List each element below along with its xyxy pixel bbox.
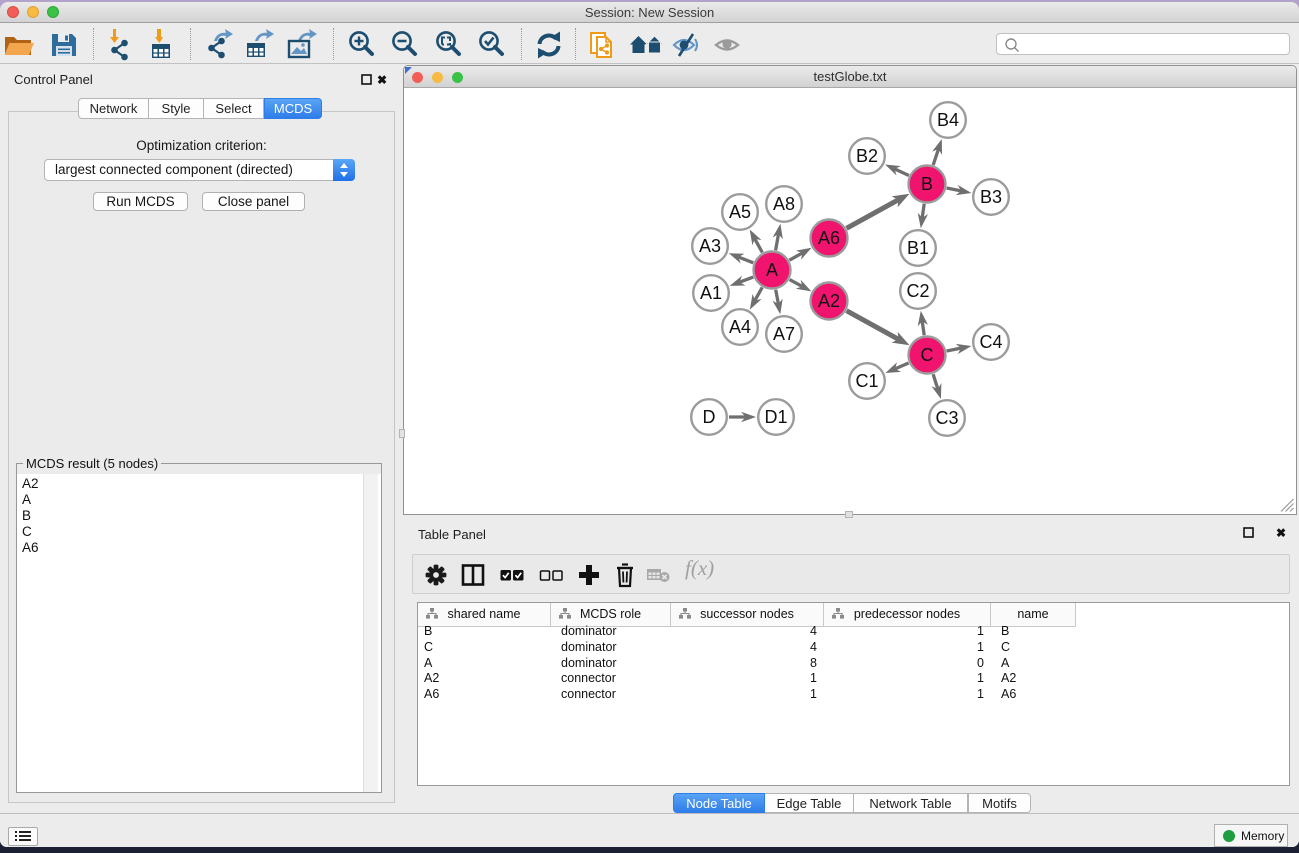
svg-text:A5: A5 (729, 202, 751, 222)
svg-text:A7: A7 (773, 324, 795, 344)
svg-text:A6: A6 (818, 228, 840, 248)
svg-text:A2: A2 (818, 291, 840, 311)
svg-text:B3: B3 (980, 187, 1002, 207)
svg-text:B: B (921, 174, 933, 194)
svg-text:D: D (703, 407, 716, 427)
svg-text:C2: C2 (906, 281, 929, 301)
svg-text:D1: D1 (764, 407, 787, 427)
svg-text:C1: C1 (855, 371, 878, 391)
svg-text:B1: B1 (907, 238, 929, 258)
svg-text:A4: A4 (729, 317, 751, 337)
svg-text:C: C (921, 345, 934, 365)
svg-text:A3: A3 (699, 236, 721, 256)
svg-text:C3: C3 (935, 408, 958, 428)
svg-text:A1: A1 (700, 283, 722, 303)
svg-text:C4: C4 (979, 332, 1002, 352)
svg-text:A8: A8 (773, 194, 795, 214)
svg-text:B2: B2 (856, 146, 878, 166)
svg-text:A: A (766, 260, 778, 280)
svg-text:B4: B4 (937, 110, 959, 130)
